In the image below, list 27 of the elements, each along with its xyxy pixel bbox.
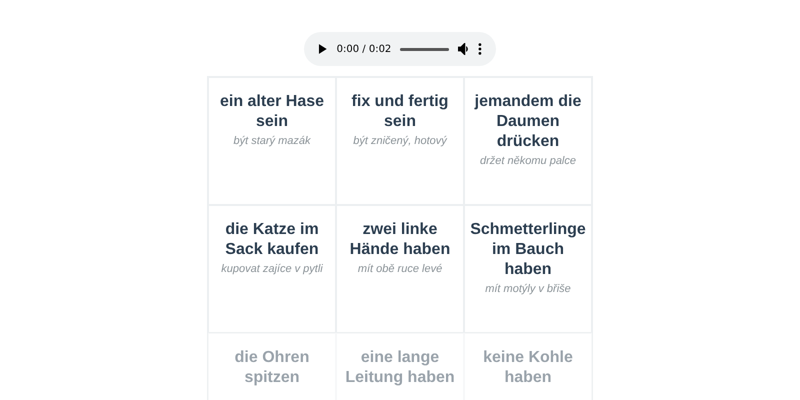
phrase-text: die Ohren spitzen xyxy=(234,348,310,388)
phrase-text: jemandem die Daumen drücken xyxy=(473,92,582,152)
volume-icon[interactable] xyxy=(458,43,470,55)
phrase-card[interactable]: zwei linke Hände haben mít obě ruce levé xyxy=(336,205,464,333)
play-icon[interactable] xyxy=(318,44,328,54)
phrase-text: die Katze im Sack kaufen xyxy=(224,220,320,260)
phrase-text: eine lange Leitung haben xyxy=(344,348,456,388)
progress-track[interactable] xyxy=(400,48,449,50)
phrase-card[interactable]: ein alter Hase sein být starý mazák xyxy=(208,77,336,205)
translation-text: mít obě ruce levé xyxy=(358,263,442,275)
phrase-card[interactable]: Schmetterlinge im Bauch haben mít motýly v břiše xyxy=(464,205,592,333)
translation-text: být zničený, hotový xyxy=(353,135,447,147)
phrase-text: Schmetterlinge im Bauch haben xyxy=(470,220,586,280)
audio-player[interactable]: 0:00 / 0:02 xyxy=(304,32,496,66)
phrase-card[interactable]: jemandem die Daumen drücken držet někomu palce xyxy=(464,77,592,205)
translation-text: držet někomu palce xyxy=(480,155,576,167)
phrase-text: keine Kohle haben xyxy=(482,348,574,388)
translation-text: být starý mazák xyxy=(233,135,311,147)
translation-text: mít motýly v břiše xyxy=(485,283,571,295)
phrase-text: fix und fertig sein xyxy=(350,92,450,132)
phrase-card[interactable]: die Katze im Sack kaufen kupovat zajíce v pytli xyxy=(208,205,336,333)
phrase-text: ein alter Hase sein xyxy=(218,92,326,132)
phrase-card[interactable]: fix und fertig sein být zničený, hotový xyxy=(336,77,464,205)
phrase-text: zwei linke Hände haben xyxy=(348,220,452,260)
time-display: 0:00 / 0:02 xyxy=(336,44,392,54)
more-icon[interactable] xyxy=(478,43,482,55)
translation-text: kupovat zajíce v pytli xyxy=(221,263,323,275)
